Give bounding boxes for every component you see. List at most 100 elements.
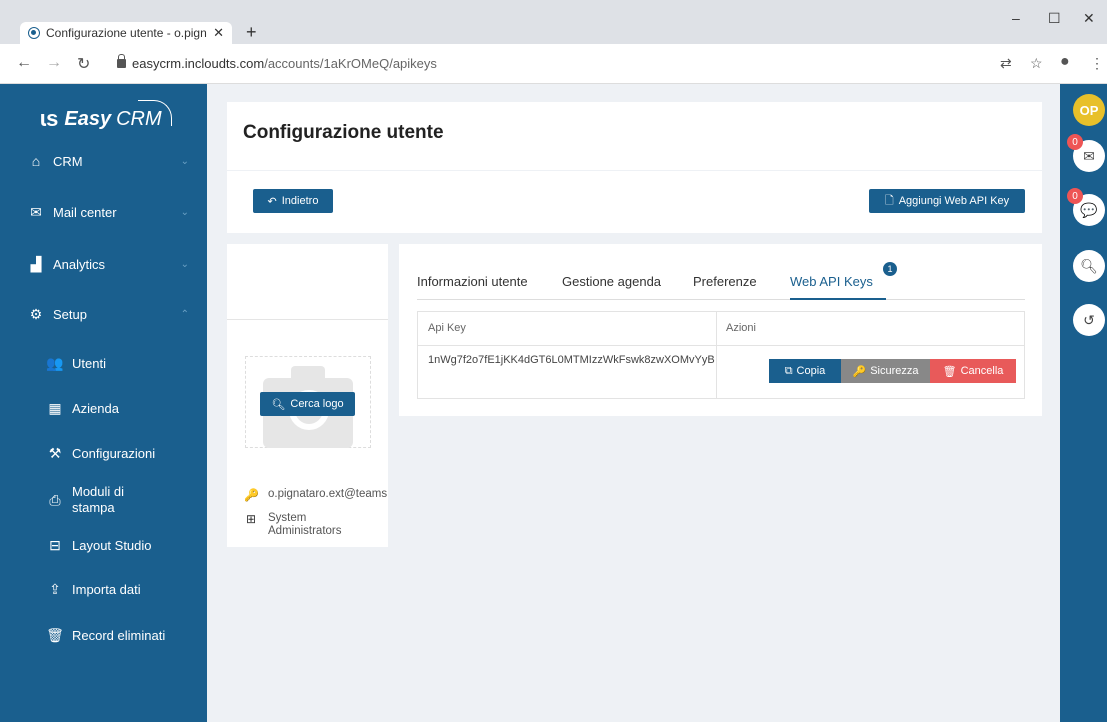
role-line2: Administrators [268, 525, 342, 537]
sidebar: ɩs Easy CRM ⌂ CRM ⌄ ✉ Mail center ⌄ ▟ An… [0, 84, 207, 722]
avatar[interactable]: OP [1073, 94, 1105, 126]
search-icon: 🔍︎ [1080, 257, 1098, 274]
mail-icon: ✉ [1083, 147, 1095, 164]
undo-icon: ↶ [267, 195, 277, 208]
tab-informazioni-utente[interactable]: Informazioni utente [417, 274, 528, 289]
sidebar-item-record-eliminati[interactable]: 🗑 Record eliminati [0, 624, 207, 646]
back-button-label: Indietro [281, 195, 319, 207]
sidebar-item-analytics[interactable]: ▟ Analytics ⌄ [0, 249, 207, 279]
toolbar-card: ↶ Indietro 🗋 Aggiungi Web API Key [227, 171, 1042, 233]
sidebar-item-layout-studio[interactable]: ⊟ Layout Studio [0, 534, 207, 556]
back-button[interactable]: ↶ Indietro [253, 189, 333, 213]
gear-icon: ⚙ [29, 305, 43, 322]
sidebar-item-moduli-di-stampa[interactable]: ⎙ Moduli di stampa [0, 482, 207, 518]
site-favicon-icon [28, 27, 40, 39]
sidebar-subitem-label: Utenti [72, 355, 106, 371]
layout-icon: ⊟ [49, 536, 61, 553]
reload-icon[interactable]: ↻ [77, 54, 90, 74]
role-group: System Administrators [268, 512, 342, 538]
api-key-value: 1nWg7f2o7fE1jKK4dGT6L0MTMIzzWkFswk8zwXOM… [428, 354, 715, 366]
maximize-icon[interactable]: ☐ [1048, 10, 1061, 27]
window-close-icon[interactable]: ✕ [1083, 10, 1095, 27]
address-bar: ← → ↻ easycrm.incloudts.com/accounts/1aK… [0, 44, 1107, 84]
role-row: ⊞ System Administrators [244, 512, 342, 538]
sidebar-item-label: CRM [53, 153, 83, 169]
sidebar-item-label: Analytics [53, 256, 106, 272]
tab-preferenze[interactable]: Preferenze [693, 274, 757, 289]
username: o.pignataro.ext@teams [268, 488, 388, 500]
sidebar-subitem-label-line2: stampa [72, 500, 115, 515]
home-icon: ⌂ [31, 153, 41, 169]
security-button[interactable]: 🔑 Sicurezza [841, 359, 930, 383]
tab-gestione-agenda[interactable]: Gestione agenda [562, 274, 661, 289]
sidebar-item-crm[interactable]: ⌂ CRM ⌄ [0, 146, 207, 176]
building-icon: ▦ [48, 399, 62, 416]
search-button[interactable]: 🔍︎ [1073, 250, 1105, 282]
tab-web-api-keys[interactable]: Web API Keys [790, 274, 873, 289]
sidebar-item-utenti[interactable]: 👥 Utenti [0, 352, 207, 374]
chat-icon: 💬 [1080, 201, 1098, 218]
sidebar-subitem-label: Azienda [72, 400, 119, 416]
app-logo[interactable]: ɩs Easy CRM [40, 100, 172, 132]
column-divider [716, 312, 717, 398]
header-card: Configurazione utente [227, 102, 1042, 170]
sidebar-item-configurazioni[interactable]: ⚒ Configurazioni [0, 442, 207, 464]
minimize-icon[interactable]: – [1012, 10, 1020, 26]
sidebar-item-azienda[interactable]: ▦ Azienda [0, 397, 207, 419]
logo-text: Easy [64, 107, 112, 130]
file-icon: 🗋 [884, 194, 894, 207]
sidebar-subitem-label: Record eliminati [72, 627, 166, 643]
import-icon: ⇪ [49, 580, 61, 597]
url-host: easycrm.incloudts.com [132, 56, 265, 71]
tab-title: Configurazione utente - o.pignat [46, 26, 208, 40]
logo-mark-icon: ɩs [40, 106, 59, 131]
browser-tab[interactable]: Configurazione utente - o.pignat ✕ [20, 22, 232, 44]
sidebar-item-mail-center[interactable]: ✉ Mail center ⌄ [0, 197, 207, 227]
column-header-api-key: Api Key [428, 322, 466, 334]
mail-count-badge: 0 [1067, 134, 1083, 150]
chat-count-badge: 0 [1067, 188, 1083, 204]
url-field[interactable]: easycrm.incloudts.com/accounts/1aKrOMeQ/… [132, 56, 437, 71]
sidebar-item-importa-dati[interactable]: ⇪ Importa dati [0, 578, 207, 600]
chevron-down-icon: ⌄ [180, 206, 189, 218]
add-key-label: Aggiungi Web API Key [898, 195, 1010, 207]
active-tab-underline [790, 298, 886, 300]
delete-button[interactable]: 🗑 Cancella [930, 359, 1016, 383]
tab-close-icon[interactable]: ✕ [213, 25, 224, 41]
copy-icon: ⧉ [784, 364, 793, 377]
delete-button-label: Cancella [960, 365, 1004, 377]
username-row: 🔑 o.pignataro.ext@teams [244, 488, 388, 502]
new-tab-button[interactable]: + [246, 22, 257, 43]
sidebar-item-setup[interactable]: ⚙ Setup ⌃ [0, 299, 207, 329]
lock-icon [117, 54, 126, 68]
translate-icon[interactable]: ⇄ [1000, 55, 1012, 72]
row-divider [418, 345, 1024, 346]
chat-notifications-button[interactable]: 💬 0 [1067, 188, 1105, 226]
trash-icon: 🗑 [46, 626, 64, 643]
security-button-label: Sicurezza [870, 365, 919, 377]
column-header-azioni: Azioni [726, 322, 756, 334]
users-icon: 👥 [46, 354, 64, 371]
forward-arrow-icon[interactable]: → [46, 54, 62, 72]
menu-dots-icon[interactable]: ⋮ [1090, 55, 1104, 72]
sidebar-subitem-label-group: Moduli di stampa [72, 484, 124, 516]
sidebar-subitem-label: Configurazioni [72, 445, 156, 461]
history-button[interactable]: ↺ [1073, 304, 1105, 336]
add-web-api-key-button[interactable]: 🗋 Aggiungi Web API Key [869, 189, 1025, 213]
api-keys-table: Api Key Azioni 1nWg7f2o7fE1jKK4dGT6L0MTM… [417, 311, 1025, 399]
search-logo-button[interactable]: 🔍︎ Cerca logo [260, 392, 355, 416]
tabs-card: Informazioni utente Gestione agenda Pref… [399, 244, 1042, 416]
back-arrow-icon[interactable]: ← [16, 54, 32, 72]
key-icon: 🔑 [244, 488, 259, 502]
tools-icon: ⚒ [48, 444, 62, 461]
copy-button[interactable]: ⧉ Copia [769, 359, 841, 383]
tab-bar: Informazioni utente Gestione agenda Pref… [417, 262, 1025, 300]
star-icon[interactable]: ☆ [1030, 55, 1043, 72]
profile-icon[interactable]: ● [1060, 53, 1070, 71]
chart-icon: ▟ [30, 255, 42, 272]
sidebar-subitem-label: Moduli di [72, 484, 125, 499]
mail-notifications-button[interactable]: ✉ 0 [1067, 134, 1105, 172]
chevron-down-icon: ⌄ [180, 155, 189, 167]
browser-tab-bar: Configurazione utente - o.pignat ✕ + – ☐… [0, 0, 1107, 44]
copy-button-label: Copia [796, 365, 826, 377]
